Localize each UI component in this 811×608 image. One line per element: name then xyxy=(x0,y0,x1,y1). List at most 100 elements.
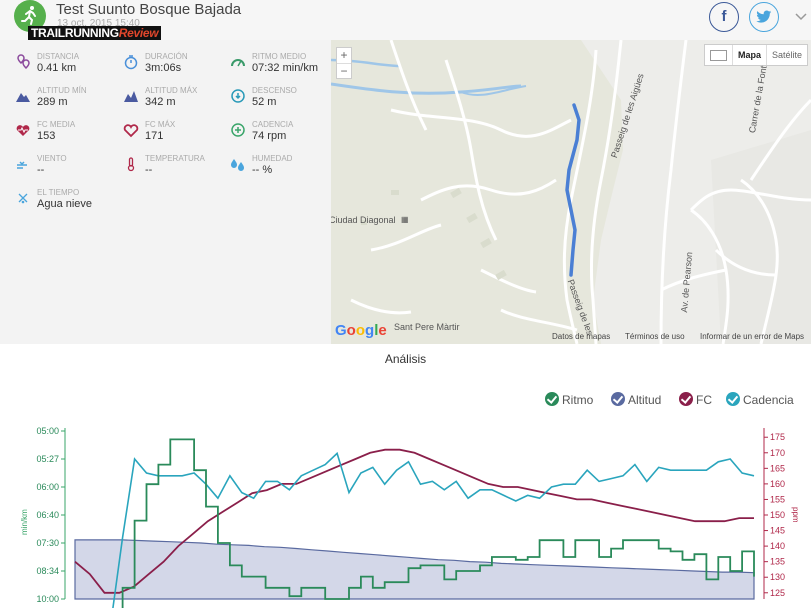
stat-label: ALTITUD MÁX xyxy=(145,86,198,95)
stat-mountain-peak: ALTITUD MÁX 342 m xyxy=(123,86,228,116)
right-axis-label: ppm xyxy=(791,507,800,523)
stat-value: Agua nieve xyxy=(37,198,93,210)
stat-value: 07:32 min/km xyxy=(252,62,319,74)
map-report-error-link[interactable]: Informar de un error de Maps xyxy=(700,332,804,341)
stat-value: -- xyxy=(145,164,153,176)
left-tick-label: 07:30 xyxy=(36,538,59,548)
zoom-in-button[interactable]: + xyxy=(337,48,351,63)
stopwatch-icon xyxy=(124,55,138,70)
mountain-peak-icon xyxy=(124,91,138,102)
heart-rate-icon xyxy=(16,125,30,136)
stat-value: 52 m xyxy=(252,96,277,108)
stat-label: FC MÁX xyxy=(145,120,176,129)
stat-value: 289 m xyxy=(37,96,68,108)
stat-label: FC MEDIA xyxy=(37,120,76,129)
weather-icon xyxy=(18,193,28,204)
right-tick-label: 150 xyxy=(770,510,785,520)
twitter-share-button[interactable] xyxy=(749,2,779,32)
analysis-panel: Análisis Ritmo Altitud FC Cadencia 05:00… xyxy=(0,344,811,608)
facebook-share-button[interactable]: f xyxy=(709,2,739,32)
stat-label: TEMPERATURA xyxy=(145,154,205,163)
stat-value: 74 rpm xyxy=(252,130,287,142)
map-type-satellite-button[interactable]: Satélite xyxy=(766,45,807,65)
right-tick-label: 135 xyxy=(770,557,785,567)
twitter-bird-icon xyxy=(756,10,772,23)
stat-value: 0.41 km xyxy=(37,62,77,74)
left-tick-label: 08:34 xyxy=(36,566,59,576)
route-map[interactable]: + − Mapa Satélite Ciudad Diagonal ▦ Sant… xyxy=(331,40,811,344)
analysis-chart[interactable]: 05:00 05:27 06:00 06:40 07:30 08:34 10:00 min/k… xyxy=(0,344,811,608)
left-tick-label: 06:00 xyxy=(36,482,59,492)
trailrunning-review-logo: TRAILRUNNINGReview xyxy=(28,26,162,41)
wind-icon xyxy=(17,161,27,169)
stat-cadence: CADENCIA 74 rpm xyxy=(230,120,335,150)
heart-icon xyxy=(123,124,139,138)
stat-stopwatch: DURACIÓN 3m:06s xyxy=(123,52,228,82)
stat-value: 342 m xyxy=(145,96,176,108)
stat-heart-rate: FC MEDIA 153 xyxy=(15,120,120,150)
stat-label: ALTITUD MÍN xyxy=(37,86,87,95)
stat-value: -- xyxy=(37,164,45,176)
stat-thermometer: TEMPERATURA -- xyxy=(123,154,228,184)
left-tick-label: 10:00 xyxy=(36,594,59,604)
logo-main-text: TRAILRUNNING xyxy=(31,26,119,40)
zoom-out-button[interactable]: − xyxy=(337,63,351,78)
activity-page: Test Suunto Bosque Bajada 13 oct. 2015 1… xyxy=(0,0,811,608)
map-place-label-2: Sant Pere Màrtir xyxy=(394,322,460,332)
stat-wind: VIENTO -- xyxy=(15,154,120,184)
pace-gauge-icon xyxy=(231,59,245,67)
right-tick-label: 130 xyxy=(770,572,785,582)
stat-label: RITMO MEDIO xyxy=(252,52,307,61)
google-logo: Google xyxy=(335,322,387,339)
map-zoom-control: + − xyxy=(336,47,352,79)
map-poi-icon: ▦ xyxy=(401,215,409,224)
stat-mountain: ALTITUD MÍN 289 m xyxy=(15,86,120,116)
left-tick-label: 05:27 xyxy=(36,454,59,464)
left-tick-label: 05:00 xyxy=(36,426,59,436)
right-tick-label: 175 xyxy=(770,432,785,442)
stat-heart: FC MÁX 171 xyxy=(123,120,228,150)
map-terms-link[interactable]: Términos de uso xyxy=(625,332,685,341)
right-tick-label: 155 xyxy=(770,494,785,504)
left-tick-label: 06:40 xyxy=(36,510,59,520)
right-tick-label: 145 xyxy=(770,526,785,536)
stat-label: DURACIÓN xyxy=(145,52,188,61)
right-tick-label: 160 xyxy=(770,479,785,489)
stat-label: DESCENSO xyxy=(252,86,297,95)
mountain-icon xyxy=(16,93,30,102)
stat-label: CADENCIA xyxy=(252,120,294,129)
activity-stats-panel: DISTANCIA 0.41 km DURACIÓN 3m:06s RITMO MEDI… xyxy=(0,40,331,344)
thermometer-icon xyxy=(127,157,135,172)
stat-label: VIENTO xyxy=(37,154,67,163)
cadence-icon xyxy=(231,123,245,137)
right-tick-label: 140 xyxy=(770,541,785,551)
chevron-down-icon[interactable] xyxy=(795,13,807,21)
stat-value: -- % xyxy=(252,164,273,176)
stat-value: 3m:06s xyxy=(145,62,182,74)
right-tick-label: 125 xyxy=(770,588,785,598)
stat-label: EL TIEMPO xyxy=(37,188,80,197)
right-tick-label: 170 xyxy=(770,448,785,458)
stat-value: 153 xyxy=(37,130,56,142)
stat-distance: DISTANCIA 0.41 km xyxy=(15,52,120,82)
humidity-icon xyxy=(231,159,244,171)
stat-label: HUMEDAD xyxy=(252,154,293,163)
map-type-control: Mapa Satélite xyxy=(704,44,809,66)
map-data-link[interactable]: Datos de mapas xyxy=(552,332,610,341)
stat-value: 171 xyxy=(145,130,164,142)
map-place-label: Ciudad Diagonal xyxy=(331,215,396,225)
descent-icon xyxy=(231,89,245,103)
fullscreen-button[interactable] xyxy=(705,45,733,65)
stat-descent: DESCENSO 52 m xyxy=(230,86,335,116)
stat-pace-gauge: RITMO MEDIO 07:32 min/km xyxy=(230,52,335,82)
stat-weather: EL TIEMPO Agua nieve xyxy=(15,188,120,218)
stat-humidity: HUMEDAD -- % xyxy=(230,154,335,184)
right-tick-label: 165 xyxy=(770,463,785,473)
logo-accent-text: Review xyxy=(118,26,159,40)
stat-label: DISTANCIA xyxy=(37,52,80,61)
activity-header: Test Suunto Bosque Bajada 13 oct. 2015 1… xyxy=(0,0,811,41)
distance-icon xyxy=(17,54,30,70)
activity-title: Test Suunto Bosque Bajada xyxy=(56,1,242,18)
left-axis-label: min/km xyxy=(20,509,29,535)
map-type-map-button[interactable]: Mapa xyxy=(733,45,766,65)
